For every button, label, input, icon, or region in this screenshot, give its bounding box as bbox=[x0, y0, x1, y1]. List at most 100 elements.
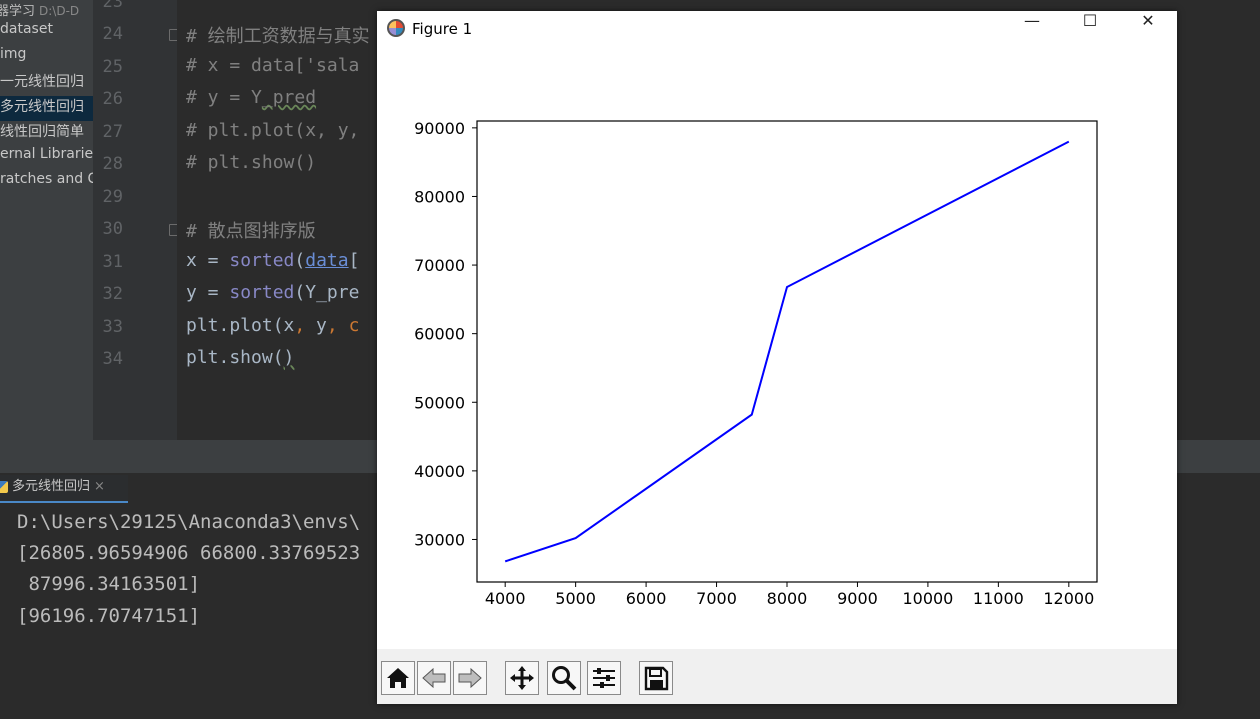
configure-icon bbox=[593, 668, 615, 688]
tree-item-multiple-linear[interactable]: 多元线性回归 bbox=[0, 96, 93, 121]
line-number: 34 bbox=[102, 349, 123, 369]
console-line: D:\Users\29125\Anaconda3\envs\ bbox=[17, 511, 361, 533]
code-line-27: # plt.plot(x, y, bbox=[186, 120, 360, 141]
line-number: 23 bbox=[102, 0, 123, 12]
forward-button[interactable] bbox=[453, 661, 487, 695]
code-text: (Y_pre bbox=[294, 282, 360, 303]
code-link[interactable]: data bbox=[305, 250, 348, 271]
x-tick-label: 9000 bbox=[837, 589, 878, 608]
tree-item-linear-simple[interactable]: 线性回归简单 bbox=[0, 121, 93, 146]
tree-item-dataset[interactable]: dataset bbox=[0, 21, 93, 46]
line-number: 29 bbox=[102, 187, 123, 207]
console-line: 87996.34163501] bbox=[17, 573, 201, 595]
code-line-26: # y = Y_pred bbox=[186, 87, 316, 108]
console-line: [26805.96594906 66800.33769523 bbox=[17, 542, 361, 564]
code-text: x = bbox=[186, 250, 230, 271]
tree-item-external-libraries[interactable]: ernal Librarie bbox=[0, 146, 93, 171]
x-axis: 4000 5000 6000 7000 8000 9000 10000 11000 12000 bbox=[485, 582, 1094, 608]
code-line-30: # 散点图排序版 bbox=[186, 221, 316, 242]
tree-item-simple-linear[interactable]: 一元线性回归 bbox=[0, 71, 93, 96]
y-tick-label: 80000 bbox=[414, 187, 465, 206]
code-text: _pred bbox=[261, 87, 317, 108]
x-tick-label: 7000 bbox=[696, 589, 737, 608]
line-number: 28 bbox=[102, 154, 123, 174]
figure-toolbar bbox=[377, 649, 1177, 704]
line-number: 27 bbox=[102, 122, 123, 142]
home-icon bbox=[387, 668, 409, 688]
home-button[interactable] bbox=[381, 661, 415, 695]
line-number: 26 bbox=[102, 89, 123, 109]
configure-button[interactable] bbox=[587, 661, 621, 695]
code-text: plt.plot(x bbox=[186, 315, 295, 336]
line-chart: 4000 5000 6000 7000 8000 9000 10000 11000 12000 … bbox=[414, 119, 1098, 608]
y-tick-label: 60000 bbox=[414, 325, 465, 344]
pan-button[interactable] bbox=[505, 661, 539, 695]
code-punct: , bbox=[326, 315, 338, 336]
axes-frame bbox=[476, 120, 1098, 583]
python-icon bbox=[0, 480, 8, 493]
forward-icon bbox=[458, 667, 482, 689]
y-tick-label: 90000 bbox=[414, 119, 465, 138]
code-builtin: sorted bbox=[229, 282, 295, 303]
code-line-24: # 绘制工资数据与真实 bbox=[186, 26, 370, 47]
back-icon bbox=[422, 667, 446, 689]
figure-window: Figure 1 — ☐ ✕ 4000 5000 6000 7000 8000 9000 1… bbox=[377, 11, 1177, 704]
code-line-28: # plt.show() bbox=[186, 152, 317, 173]
x-tick-label: 12000 bbox=[1043, 589, 1094, 608]
project-sidebar: 器学习 D:\D-D dataset img 一元线性回归 多元线性回归 线性回归… bbox=[0, 0, 93, 440]
line-number: 25 bbox=[102, 57, 123, 77]
code-line-32: y = sorted(Y_pre bbox=[186, 282, 359, 303]
y-tick-label: 70000 bbox=[414, 256, 465, 275]
code-line-31: x = sorted(data[ bbox=[186, 250, 359, 271]
x-tick-label: 11000 bbox=[973, 589, 1024, 608]
code-text: ) bbox=[283, 347, 295, 368]
run-tab-label: 多元线性回归 bbox=[12, 479, 91, 494]
series-group bbox=[504, 140, 1070, 563]
minimize-button[interactable]: — bbox=[1003, 11, 1061, 49]
code-line-34: plt.show() bbox=[186, 347, 294, 368]
code-text: # y = Y bbox=[186, 87, 262, 108]
code-punct: , bbox=[294, 315, 306, 336]
zoom-icon bbox=[552, 666, 577, 691]
code-keyword: c bbox=[337, 315, 360, 336]
project-title: 器学习 D:\D-D bbox=[0, 0, 79, 20]
code-text: y = bbox=[186, 282, 230, 303]
code-builtin: sorted bbox=[229, 250, 295, 271]
y-tick-label: 30000 bbox=[414, 530, 465, 549]
y-tick-label: 50000 bbox=[414, 393, 465, 412]
tree-item-img[interactable]: img bbox=[0, 46, 93, 71]
project-name: 器学习 bbox=[0, 4, 36, 19]
back-button[interactable] bbox=[417, 661, 451, 695]
figure-titlebar[interactable]: Figure 1 — ☐ ✕ bbox=[377, 11, 1177, 49]
zoom-button[interactable] bbox=[547, 661, 581, 695]
line-number: 30 bbox=[102, 219, 123, 239]
code-text: ( bbox=[294, 250, 306, 271]
x-tick-label: 4000 bbox=[485, 589, 526, 608]
y-tick-label: 40000 bbox=[414, 462, 465, 481]
series-line bbox=[504, 140, 1070, 563]
save-button[interactable] bbox=[639, 661, 673, 695]
maximize-button[interactable]: ☐ bbox=[1061, 11, 1119, 49]
editor-gutter: 23 24 25 26 27 28 29 30 31 32 33 34 bbox=[93, 0, 181, 440]
x-tick-label: 8000 bbox=[767, 589, 808, 608]
run-tab[interactable]: 多元线性回归 × bbox=[0, 475, 128, 503]
x-tick-label: 10000 bbox=[902, 589, 953, 608]
tree-item-scratches[interactable]: ratches and C bbox=[0, 171, 93, 196]
code-text: [ bbox=[348, 250, 360, 271]
matplotlib-icon bbox=[387, 19, 405, 37]
x-tick-label: 6000 bbox=[626, 589, 667, 608]
plot-canvas[interactable]: 4000 5000 6000 7000 8000 9000 10000 11000 12000 … bbox=[377, 49, 1177, 649]
line-number: 32 bbox=[102, 284, 123, 304]
line-number: 24 bbox=[102, 24, 123, 44]
save-icon bbox=[644, 666, 669, 691]
code-line-25: # x = data['sala bbox=[186, 55, 360, 76]
code-text: plt.show( bbox=[186, 347, 284, 368]
close-button[interactable]: ✕ bbox=[1119, 11, 1177, 49]
line-number: 33 bbox=[102, 317, 123, 337]
code-line-33: plt.plot(x, y, c bbox=[186, 315, 359, 336]
project-path: D:\D-D bbox=[39, 4, 80, 18]
figure-title: Figure 1 bbox=[412, 20, 473, 38]
close-icon[interactable]: × bbox=[94, 479, 105, 494]
y-axis: 30000 40000 50000 60000 70000 80000 90000 bbox=[414, 119, 477, 549]
pan-icon bbox=[510, 666, 534, 690]
